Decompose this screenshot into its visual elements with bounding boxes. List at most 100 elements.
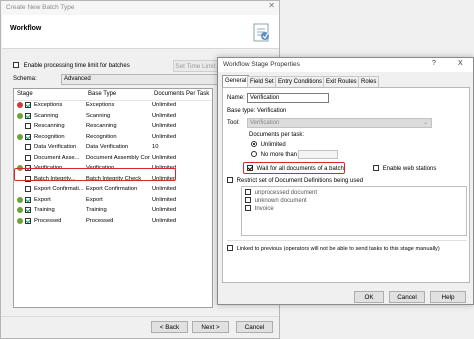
base-type: Processed <box>86 217 114 224</box>
checkbox-icon[interactable] <box>227 177 233 183</box>
no-more-than-label: No more than <box>260 151 298 158</box>
schema-value: Advanced <box>64 76 91 82</box>
back-button[interactable]: < Back <box>151 321 188 333</box>
tool-select[interactable]: Verification ⌄ <box>247 118 432 128</box>
base-type-label: Base type: Verification <box>227 108 287 114</box>
stage-name: Rescanning <box>34 123 65 129</box>
wizard-icon <box>252 22 272 44</box>
stage-checkbox[interactable] <box>25 196 31 203</box>
table-row[interactable]: Export Export Unlimited <box>14 195 212 206</box>
checkbox-icon[interactable] <box>247 165 253 171</box>
name-value: Verification <box>250 95 280 101</box>
schema-select[interactable]: Advanced <box>61 74 221 85</box>
stage-checkbox[interactable] <box>25 123 31 129</box>
help-icon[interactable]: ? <box>432 60 436 67</box>
stage-checkbox[interactable] <box>25 207 31 213</box>
checkbox-icon[interactable] <box>373 165 379 171</box>
base-type: Rescanning <box>86 123 117 129</box>
tab-field-set[interactable]: Field Set <box>247 76 277 87</box>
list-item[interactable]: Invoice <box>245 205 274 212</box>
name-field[interactable]: Verification <box>247 93 329 103</box>
route-arrow-icon <box>17 217 23 224</box>
dialog-title: Create New Batch Type <box>1 1 279 16</box>
doc-defs-list[interactable]: unprocessed document unknown document In… <box>241 186 467 236</box>
tab-roles[interactable]: Roles <box>358 76 380 87</box>
general-panel: Name: Verification Base type: Verificati… <box>222 87 470 283</box>
no-more-than-radio[interactable]: No more than <box>251 151 297 158</box>
docs-per-task: Unlimited <box>152 196 177 203</box>
doc-def-label: Invoice <box>254 205 274 212</box>
linked-checkbox[interactable]: Linked to previous (operators will not b… <box>227 245 440 252</box>
table-row[interactable]: Data Verification Data Verification 10 <box>14 142 212 153</box>
table-row[interactable]: Rescanning Rescanning Unlimited <box>14 121 212 132</box>
cancel-button[interactable]: Cancel <box>236 321 273 333</box>
list-item[interactable]: unprocessed document <box>245 189 317 196</box>
panel-divider <box>227 240 467 241</box>
stage-checkbox[interactable] <box>25 217 31 224</box>
tool-label: Tool: <box>227 120 240 126</box>
checkbox-icon[interactable] <box>245 205 251 211</box>
stage-name: Export <box>34 196 51 203</box>
close-icon[interactable]: X <box>458 60 463 67</box>
footer-divider <box>1 316 279 317</box>
dialog2-title: Workflow Stage Properties <box>223 61 300 68</box>
restrict-checkbox[interactable]: Restrict set of Document Definitions bei… <box>227 177 363 184</box>
enable-time-limit-checkbox[interactable]: Enable processing time limit for batches <box>13 62 130 69</box>
checkbox-icon[interactable] <box>227 245 233 251</box>
base-type: Exceptions <box>86 102 115 108</box>
cancel-button[interactable]: Cancel <box>389 291 425 303</box>
linked-label: Linked to previous (operators will not b… <box>236 245 440 252</box>
table-row[interactable]: Recognition Recognition Unlimited <box>14 132 212 143</box>
wait-all-checkbox[interactable]: Wait for all documents of a batch <box>247 165 344 172</box>
enable-web-checkbox[interactable]: Enable web stations <box>373 165 436 172</box>
checkbox-icon[interactable] <box>13 62 19 68</box>
chevron-down-icon: ⌄ <box>422 120 428 126</box>
base-type: Data Verification <box>86 144 129 150</box>
stage-checkbox[interactable] <box>25 154 31 161</box>
base-type: Export Confirmation <box>86 186 138 192</box>
tool-value: Verification <box>250 120 280 126</box>
docs-per-task: Unlimited <box>152 217 177 224</box>
unlimited-radio[interactable]: Unlimited <box>251 141 286 148</box>
checkbox-icon[interactable] <box>245 189 251 195</box>
stage-checkbox[interactable] <box>25 102 31 108</box>
set-time-limit-button[interactable]: Set Time Limit... <box>173 60 223 72</box>
route-arrow-icon <box>17 207 23 213</box>
stage-name: Recognition <box>34 133 65 140</box>
radio-icon[interactable] <box>251 151 257 157</box>
enable-web-label: Enable web stations <box>382 165 437 172</box>
stage-name: Processed <box>34 217 62 224</box>
base-type: Training <box>86 207 107 213</box>
list-item[interactable]: unknown document <box>245 197 307 204</box>
table-row[interactable]: Training Training Unlimited <box>14 205 212 216</box>
table-row[interactable]: Exceptions Exceptions Unlimited <box>14 100 212 111</box>
no-more-than-input[interactable] <box>298 150 338 159</box>
stage-checkbox[interactable] <box>25 186 31 192</box>
close-icon[interactable]: ✕ <box>268 1 275 10</box>
stage-checkbox[interactable] <box>25 112 31 119</box>
checkbox-icon[interactable] <box>245 197 251 203</box>
schema-label: Schema: <box>13 76 37 82</box>
radio-icon[interactable] <box>251 141 257 147</box>
stage-checkbox[interactable] <box>25 133 31 140</box>
stage-checkbox[interactable] <box>25 144 31 150</box>
wait-all-label: Wait for all documents of a batch <box>256 165 344 172</box>
table-row[interactable]: Export Confirmati... Export Confirmation… <box>14 184 212 195</box>
tab-exit-routes[interactable]: Exit Routes <box>323 76 360 87</box>
help-button[interactable]: Help <box>430 291 466 303</box>
docs-per-task: Unlimited <box>152 186 177 192</box>
header-title: Workflow <box>10 25 42 32</box>
stages-list[interactable]: Stage Base Type Documents Per Task Excep… <box>13 88 213 308</box>
base-type: Document Assembly Cor... <box>86 154 150 161</box>
next-button[interactable]: Next > <box>192 321 229 333</box>
ok-button[interactable]: OK <box>354 291 384 303</box>
table-row[interactable]: Processed Processed Unlimited <box>14 216 212 227</box>
dialog-header: Workflow <box>2 15 279 49</box>
tab-entry-conditions[interactable]: Entry Conditions <box>275 76 326 87</box>
base-type: Recognition <box>86 133 117 140</box>
unlimited-label: Unlimited <box>260 141 286 148</box>
docs-per-task-label: Documents per task: <box>249 132 305 138</box>
stage-name: Training <box>34 207 55 213</box>
table-row[interactable]: Scanning Scanning Unlimited <box>14 111 212 122</box>
table-row[interactable]: Document Asse... Document Assembly Cor..… <box>14 153 212 164</box>
